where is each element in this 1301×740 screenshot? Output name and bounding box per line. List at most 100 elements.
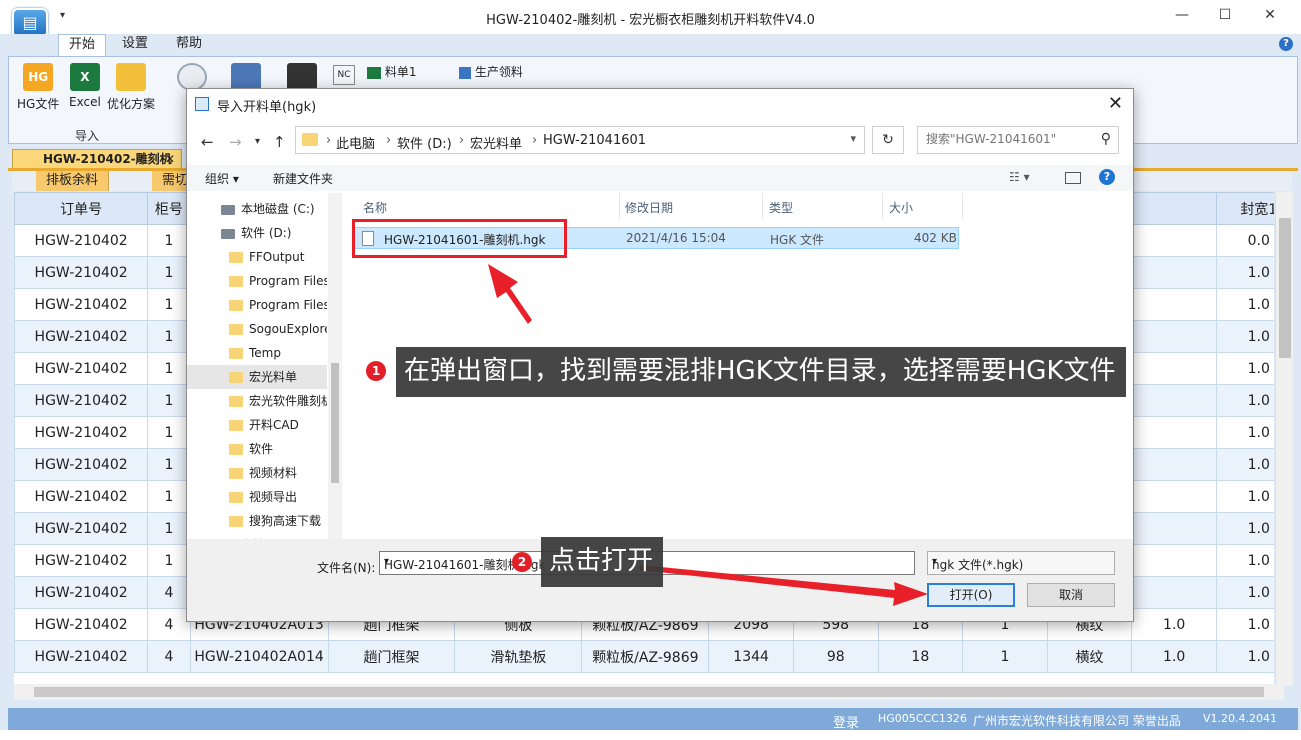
tab-layout-remnants[interactable]: 排板余料: [36, 171, 110, 191]
folder-icon: [229, 300, 243, 311]
tree-item[interactable]: 开料CAD: [187, 413, 327, 437]
table-cell: 1: [147, 224, 191, 257]
table-cell: 1: [147, 320, 191, 353]
file-type: HGK 文件: [770, 233, 825, 247]
document-tab[interactable]: HGW-210402-雕刻机 ✕: [12, 149, 182, 169]
excel-label: Excel: [69, 95, 101, 109]
company-credit: 广州市宏光软件科技有限公司 荣誉出品: [973, 714, 1181, 728]
tab-settings[interactable]: 设置: [112, 34, 158, 56]
step-1-badge: 1: [366, 361, 386, 381]
search-box[interactable]: ⚲: [917, 126, 1119, 154]
preview-pane-icon[interactable]: [1065, 172, 1081, 184]
tree-item-label: 搜狗高速下载: [249, 514, 322, 528]
table-cell: HGW-210402: [14, 640, 149, 673]
tab-help[interactable]: 帮助: [166, 34, 212, 56]
grid-horizontal-scrollbar[interactable]: [14, 684, 1284, 700]
tree-item[interactable]: 宏光料单: [187, 365, 327, 389]
table-cell: [1131, 256, 1217, 289]
up-arrow-icon[interactable]: ↑: [273, 133, 286, 151]
table-cell: 1.0: [1215, 480, 1274, 513]
minimize-button[interactable]: —: [1160, 4, 1204, 28]
grid-column-header[interactable]: 订单号: [14, 192, 149, 225]
grid-column-header[interactable]: 封宽1: [1215, 192, 1274, 225]
dialog-close-button[interactable]: ✕: [1108, 93, 1123, 114]
column-size[interactable]: 大小: [889, 199, 913, 216]
tree-scrollbar[interactable]: [328, 193, 342, 539]
tree-item-label: Temp: [249, 346, 281, 360]
excel-button[interactable]: X Excel: [69, 63, 101, 109]
grid-vertical-scrollbar[interactable]: [1275, 192, 1293, 686]
column-name[interactable]: 名称: [363, 199, 387, 216]
scroll-thumb[interactable]: [1279, 218, 1291, 358]
help-icon[interactable]: ?: [1279, 37, 1293, 51]
organize-button[interactable]: 组织 ▾: [205, 170, 239, 187]
table-cell: [1131, 320, 1217, 353]
tree-item[interactable]: FFOutput: [187, 245, 327, 269]
production-button[interactable]: 生产领料: [459, 63, 523, 80]
table-cell: HGW-210402: [14, 352, 149, 385]
optimize-button[interactable]: 优化方案: [107, 63, 155, 112]
breadcrumb-sep-icon: ›: [532, 133, 538, 148]
tree-item[interactable]: 搜狗高速下载: [187, 509, 327, 533]
close-button[interactable]: ✕: [1248, 4, 1292, 28]
table-cell: 1.0: [1215, 320, 1274, 353]
column-modified[interactable]: 修改日期: [625, 199, 673, 216]
dialog-help-icon[interactable]: ?: [1099, 169, 1115, 185]
filetype-select[interactable]: hgk 文件(*.hgk) ▾: [927, 551, 1115, 575]
table-cell: 1.0: [1215, 416, 1274, 449]
table-cell: [1131, 512, 1217, 545]
view-options-icon[interactable]: ☷ ▾: [1009, 170, 1030, 184]
tree-item[interactable]: Program Files: [187, 269, 327, 293]
breadcrumb-current[interactable]: HGW-21041601: [543, 133, 646, 148]
tree-item[interactable]: 软件: [187, 437, 327, 461]
search-input[interactable]: [926, 132, 1091, 146]
ribbon-tab-bar: 开始 设置 帮助 ?: [0, 34, 1301, 56]
tree-item-label: 视频导出: [249, 490, 298, 504]
breadcrumb-this-pc[interactable]: 此电脑: [336, 133, 375, 152]
table-cell: HGW-210402: [14, 320, 149, 353]
tree-item-label: Program Files: [249, 298, 327, 312]
tree-item[interactable]: 视频材料: [187, 461, 327, 485]
table-cell: [1131, 576, 1217, 609]
scroll-thumb[interactable]: [34, 687, 1264, 697]
table-row[interactable]: HGW-210402 4 HGW-210402A014 趟门框架 滑轨垫板 颗粒板/AZ-…: [14, 640, 1274, 673]
grid-column-header[interactable]: [1131, 192, 1217, 225]
open-button[interactable]: 打开(O): [927, 583, 1015, 607]
maximize-button[interactable]: ☐: [1203, 4, 1247, 28]
tree-item[interactable]: 软件 (D:): [187, 221, 327, 245]
forward-arrow-icon[interactable]: →: [229, 133, 242, 151]
address-bar[interactable]: › 此电脑 › 软件 (D:) › 宏光料单 › HGW-21041601 ▾: [295, 126, 865, 154]
tree-item[interactable]: Program Files: [187, 293, 327, 317]
material-list-button[interactable]: 料单1: [367, 63, 416, 80]
close-tab-icon[interactable]: ✕: [165, 150, 175, 168]
login-link[interactable]: 登录: [833, 712, 859, 731]
tree-item[interactable]: SogouExplorer: [187, 317, 327, 341]
filetype-dropdown-icon[interactable]: ▾: [932, 556, 1108, 567]
refresh-button[interactable]: ↻: [872, 126, 904, 154]
column-divider: [619, 193, 620, 219]
version-label: V1.20.4.2041: [1203, 712, 1278, 725]
new-folder-button[interactable]: 新建文件夹: [273, 170, 333, 187]
folder-icon: [229, 444, 243, 455]
tree-item[interactable]: 本地磁盘 (C:): [187, 197, 327, 221]
recent-dropdown-icon[interactable]: ▾: [255, 136, 260, 147]
scroll-thumb[interactable]: [331, 363, 339, 483]
back-arrow-icon[interactable]: ←: [201, 133, 214, 151]
tab-start[interactable]: 开始: [58, 34, 107, 56]
tree-item[interactable]: Temp: [187, 341, 327, 365]
tree-item-label: SogouExplorer: [249, 322, 327, 336]
column-type[interactable]: 类型: [769, 199, 793, 216]
tree-item[interactable]: 宏光软件雕刻机: [187, 389, 327, 413]
breadcrumb-drive-d[interactable]: 软件 (D:): [397, 133, 452, 152]
breadcrumb-folder[interactable]: 宏光料单: [470, 133, 522, 152]
nc-icon[interactable]: NC: [333, 65, 355, 85]
table-cell: 趟门框架: [327, 640, 456, 673]
table-cell: 1.0: [1215, 640, 1274, 673]
step-2-badge: 2: [512, 552, 532, 572]
grid-column-header[interactable]: 柜号: [147, 192, 191, 225]
cancel-button[interactable]: 取消: [1027, 583, 1115, 607]
address-dropdown-icon[interactable]: ▾: [850, 132, 856, 145]
hg-file-button[interactable]: HG HG文件: [17, 63, 59, 112]
folder-tree: 本地磁盘 (C:) 软件 (D:) FFOutput Program Files Pro…: [187, 193, 342, 539]
tree-item[interactable]: 视频导出: [187, 485, 327, 509]
